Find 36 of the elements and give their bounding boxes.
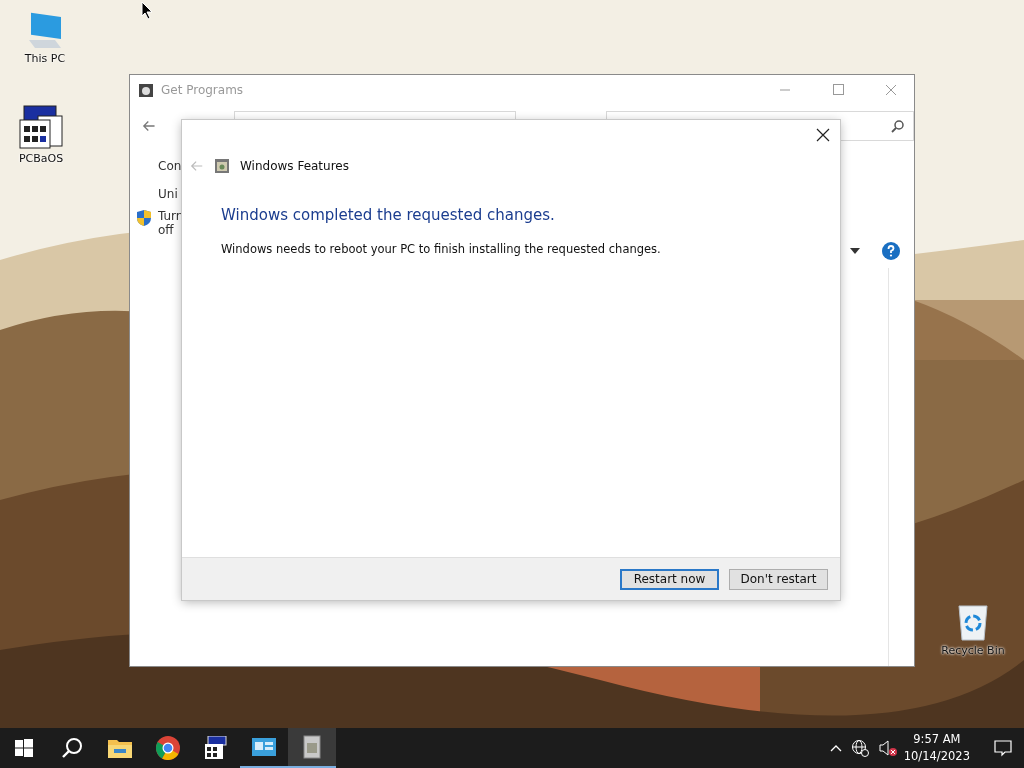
desktop-icon-label[interactable]: This PC	[24, 52, 66, 65]
close-button[interactable]	[816, 128, 830, 142]
search-icon	[891, 119, 905, 133]
date-text: 10/14/2023	[903, 748, 970, 765]
clock[interactable]: 9:57 AM 10/14/2023	[903, 731, 970, 765]
app-windows-icon	[204, 736, 228, 760]
app-windows-icon[interactable]	[18, 104, 64, 150]
back-button[interactable]	[142, 118, 157, 134]
time-text: 9:57 AM	[913, 731, 961, 748]
sidebar-link[interactable]: Con	[158, 159, 182, 173]
desktop-icon-label[interactable]: PCBaOS	[18, 152, 64, 165]
programs-icon	[303, 735, 321, 759]
muted-speaker-icon[interactable]	[877, 739, 898, 757]
taskbar-app[interactable]	[288, 728, 336, 768]
folder-icon	[108, 738, 132, 758]
dialog-heading: Windows completed the requested changes.	[221, 206, 556, 224]
help-icon[interactable]	[882, 242, 900, 260]
dialog-title: Windows Features	[240, 159, 349, 173]
back-arrow-icon	[190, 159, 204, 173]
sidebar-link[interactable]: Uni	[158, 187, 178, 201]
cancel-button[interactable]: Don't restart	[729, 568, 828, 590]
window-title: Get Programs	[161, 83, 244, 97]
start-button[interactable]	[15, 739, 33, 757]
network-icon[interactable]	[850, 739, 869, 757]
dropdown-caret-icon[interactable]	[850, 248, 860, 254]
control-panel-icon	[252, 738, 276, 756]
mouse-pointer-icon	[141, 1, 153, 20]
restart-button[interactable]: Restart now	[620, 568, 719, 590]
chevron-up-icon[interactable]	[829, 744, 842, 752]
dialog-message: Windows needs to reboot your PC to finish installing the requested changes.	[221, 242, 662, 256]
features-icon	[214, 158, 230, 174]
shield-icon	[136, 209, 152, 227]
browser-icon	[156, 736, 180, 760]
programs-icon	[138, 82, 154, 98]
notifications-icon[interactable]	[994, 739, 1012, 757]
search-icon[interactable]	[61, 737, 83, 759]
